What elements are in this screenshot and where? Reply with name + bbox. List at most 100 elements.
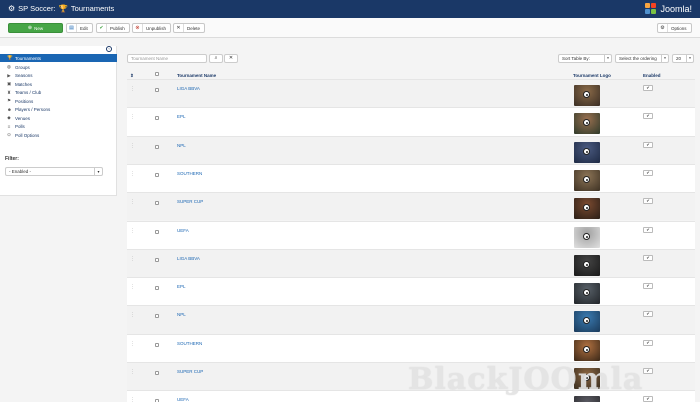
sidebar-item-players[interactable]: ☻ Players / Persons	[0, 106, 117, 114]
limit-select[interactable]: 20 ▾	[672, 54, 694, 63]
enabled-toggle[interactable]: ✔	[643, 283, 653, 290]
enabled-toggle[interactable]: ✔	[643, 198, 653, 205]
enabled-toggle[interactable]: ✔	[643, 368, 653, 374]
joomla-logo[interactable]: Joomla!	[645, 3, 692, 15]
unpublish-button[interactable]: ⊗ Unpublish	[132, 23, 172, 33]
row-checkbox[interactable]	[155, 172, 159, 177]
logo-header: Tournament Logo	[573, 73, 611, 78]
tournament-name-link[interactable]: EPL	[177, 114, 186, 119]
edit-button[interactable]: ▤ Edit	[66, 23, 93, 33]
soccer-ball-icon	[583, 204, 590, 212]
drag-handle-icon[interactable]: ⋮	[130, 369, 135, 375]
plus-icon: ⊕	[27, 25, 33, 31]
row-checkbox[interactable]	[155, 371, 159, 375]
tournament-name-link[interactable]: LIGA BBVA	[177, 86, 200, 91]
sidebar-item-seasons[interactable]: ▶ Seasons	[0, 72, 117, 80]
watermark: BlackJOOmla	[408, 362, 644, 397]
new-button[interactable]: ⊕ New	[8, 23, 63, 33]
sidebar-item-tournaments[interactable]: 🏆 Tournaments	[0, 54, 117, 62]
tournament-name-link[interactable]: EPL	[177, 284, 186, 289]
enabled-toggle[interactable]: ✔	[643, 226, 653, 233]
tournament-name-link[interactable]: SUPER CUP	[177, 199, 203, 204]
row-checkbox[interactable]	[155, 286, 159, 291]
soccer-ball-icon	[583, 345, 590, 353]
tournament-name-link[interactable]: LIGA BBVA	[177, 256, 200, 261]
select-all-checkbox[interactable]	[155, 72, 159, 76]
table-row: ⋮ UEFA ✔	[127, 220, 695, 249]
enabled-filter-select[interactable]: - Enabled - ▾	[5, 167, 103, 176]
search-input[interactable]: Tournament Name	[127, 54, 207, 63]
collapse-sidebar-icon[interactable]: ‹	[106, 46, 112, 52]
chevron-down-icon: ▾	[94, 168, 102, 175]
play-icon: ▶	[7, 72, 11, 78]
tournament-name-link[interactable]: SUPER CUP	[177, 369, 203, 374]
row-checkbox[interactable]	[155, 201, 159, 206]
drag-handle-icon[interactable]: ⋮	[130, 86, 135, 92]
tournament-name-link[interactable]: UEFA	[177, 228, 189, 233]
drag-handle-icon[interactable]: ⋮	[130, 199, 135, 205]
tournament-logo	[574, 226, 600, 248]
sidebar-item-groups[interactable]: ◍ Groups	[0, 63, 117, 71]
sidebar-item-poll-options[interactable]: ⊙ Poll Options	[0, 131, 117, 139]
drag-handle-icon[interactable]: ⋮	[130, 228, 135, 234]
row-checkbox[interactable]	[155, 144, 159, 149]
enabled-toggle[interactable]: ✔	[643, 396, 653, 402]
enabled-toggle[interactable]: ✔	[643, 254, 653, 261]
brand-text: Joomla!	[660, 4, 692, 14]
row-checkbox[interactable]	[155, 229, 159, 234]
drag-handle-icon[interactable]: ⋮	[130, 397, 135, 402]
user-icon: ☻	[7, 107, 12, 112]
soccer-ball-icon	[583, 147, 590, 155]
ordering-select[interactable]: Select the ordering ▾	[615, 54, 669, 63]
row-checkbox[interactable]	[155, 342, 159, 347]
tournament-name-link[interactable]: SOUTHERN	[177, 341, 202, 346]
sort-table-select[interactable]: Sort Table By: ▾	[558, 54, 612, 63]
sidebar: ‹ 🏆 Tournaments ◍ Groups ▶ Seasons ▣ Mat…	[0, 46, 117, 196]
unpublish-icon: ⊗	[133, 24, 143, 32]
enabled-toggle[interactable]: ✔	[643, 311, 653, 318]
tournament-logo	[574, 339, 600, 361]
drag-handle-icon[interactable]: ⋮	[130, 143, 135, 149]
drag-handle-icon[interactable]: ⋮	[130, 341, 135, 347]
enabled-toggle[interactable]: ✔	[643, 113, 653, 120]
row-checkbox[interactable]	[155, 88, 159, 92]
tournament-name-link[interactable]: NPL	[177, 143, 186, 148]
drag-handle-icon[interactable]: ⋮	[130, 256, 135, 262]
delete-button[interactable]: ✕ Delete	[173, 23, 206, 33]
edit-icon: ▤	[67, 24, 77, 32]
enabled-toggle[interactable]: ✔	[643, 85, 653, 91]
row-checkbox[interactable]	[155, 257, 159, 262]
sidebar-item-positions[interactable]: ⚑ Positions	[0, 97, 117, 105]
drag-handle-icon[interactable]: ⋮	[130, 114, 135, 120]
search-button[interactable]: ⌕	[209, 54, 223, 63]
row-checkbox[interactable]	[155, 314, 159, 319]
sidebar-item-matches[interactable]: ▣ Matches	[0, 80, 117, 88]
enabled-toggle[interactable]: ✔	[643, 339, 653, 346]
check-icon: ✔	[97, 24, 107, 32]
enabled-header[interactable]: Enabled	[643, 73, 661, 78]
clear-search-button[interactable]: ✕	[224, 54, 238, 63]
drag-handle-icon[interactable]: ⋮	[130, 312, 135, 318]
drag-handle-icon[interactable]: ⋮	[130, 284, 135, 290]
table-row: ⋮ EPL ✔	[127, 277, 695, 306]
publish-button[interactable]: ✔ Publish	[96, 23, 130, 33]
enabled-toggle[interactable]: ✔	[643, 141, 653, 148]
table-row: ⋮ NPL ✔	[127, 135, 695, 164]
sidebar-item-teams[interactable]: ♜ Teams / Club	[0, 89, 117, 97]
tournament-logo	[574, 311, 600, 333]
venue-icon: ◆	[7, 115, 11, 120]
tournament-name-link[interactable]: SOUTHERN	[177, 171, 202, 176]
filter-label: Filter:	[5, 156, 19, 162]
enabled-toggle[interactable]: ✔	[643, 169, 653, 176]
options-button[interactable]: ⚙ Options	[657, 23, 692, 33]
row-checkbox[interactable]	[155, 116, 159, 121]
sidebar-item-polls[interactable]: ≡ Polls	[0, 123, 117, 131]
drag-handle-icon[interactable]: ⋮	[130, 171, 135, 177]
tournament-name-link[interactable]: NPL	[177, 312, 186, 317]
tournament-name-link[interactable]: UEFA	[177, 397, 189, 402]
sidebar-item-venues[interactable]: ◆ Venues	[0, 114, 117, 122]
soccer-ball-icon	[583, 260, 590, 268]
name-header[interactable]: Tournament Name	[177, 73, 216, 78]
table-row: ⋮ EPL ✔	[127, 107, 695, 136]
groups-icon: ◍	[7, 64, 11, 69]
